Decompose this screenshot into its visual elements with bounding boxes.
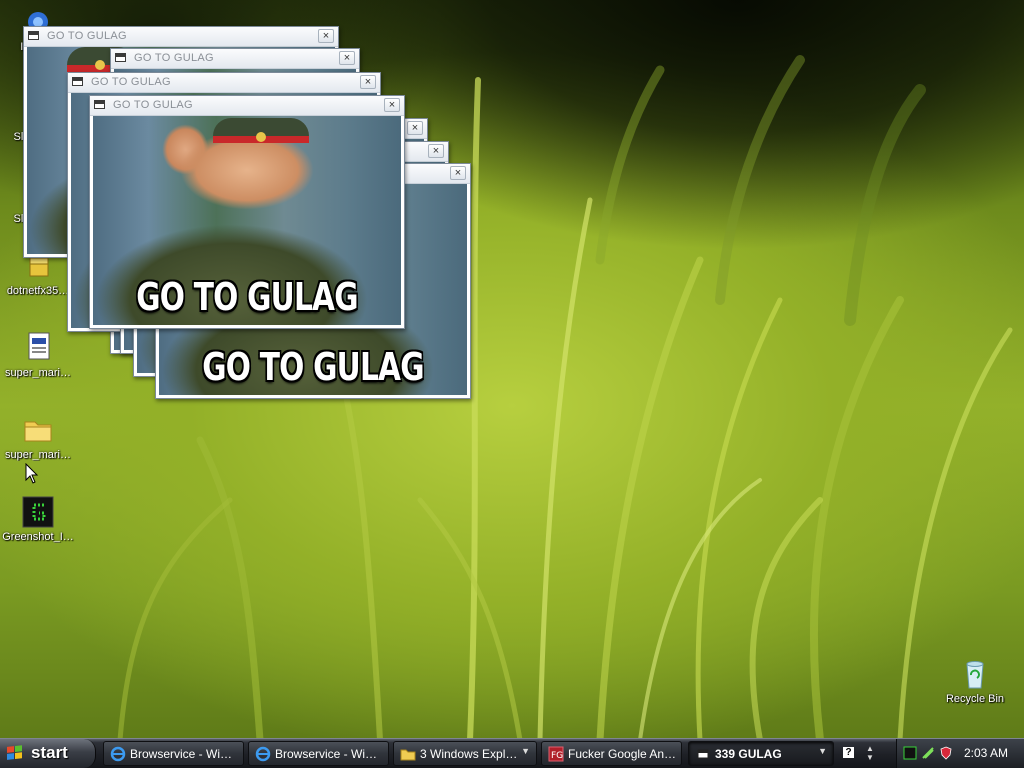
taskbar-button-label: 339 GULAG	[715, 747, 782, 761]
window-title: GO TO GULAG	[47, 30, 127, 42]
scroll-arrows-icon[interactable]: ▲ ▼	[866, 744, 874, 762]
ie-icon	[110, 746, 126, 762]
close-button[interactable]: ×	[360, 75, 376, 89]
desktop[interactable]: I… E… Sl… Co… Sl… Co… dotnetfx35… super_…	[0, 0, 1024, 738]
cap-star-icon	[256, 132, 266, 142]
window-icon	[72, 77, 83, 86]
window-titlebar[interactable]: GO TO GULAG ×	[111, 49, 359, 69]
folder-icon	[22, 414, 54, 446]
system-clock[interactable]: 2:03 AM	[964, 746, 1008, 760]
taskbar-button-label: 3 Windows Expl…	[420, 747, 518, 761]
desktop-icon-super-mario-folder[interactable]: super_mari…	[0, 414, 76, 461]
meme-image: GO TO GULAG	[93, 116, 401, 325]
window-title: GO TO GULAG	[134, 52, 214, 64]
gulag-popup-window[interactable]: GO TO GULAG × GO TO GULAG	[89, 95, 405, 329]
window-titlebar[interactable]: GO TO GULAG ×	[68, 73, 380, 93]
close-button[interactable]: ×	[339, 51, 355, 65]
taskbar-button-fucker-google[interactable]: FG Fucker Google An…	[541, 741, 682, 766]
taskbar-button-label: Browservice - Wi…	[130, 747, 233, 761]
recycle-bin-icon	[959, 658, 991, 690]
security-shield-icon[interactable]	[939, 746, 953, 760]
network-icon[interactable]	[921, 746, 935, 760]
start-label: start	[31, 743, 68, 762]
taskbar-button-browservice-1[interactable]: Browservice - Wi…	[103, 741, 244, 766]
taskbar: start Browservice - Wi… Browservice - Wi…	[0, 738, 1024, 768]
taskbar-group-windows-explorer[interactable]: 3 Windows Expl… ▼	[393, 741, 537, 766]
close-button[interactable]: ×	[407, 121, 423, 135]
taskbar-button-browservice-2[interactable]: Browservice - Wi…	[248, 741, 389, 766]
window-title: GO TO GULAG	[113, 99, 193, 111]
desktop-icon-label: super_mari…	[4, 449, 72, 461]
taskbar-button-label: Fucker Google An…	[568, 747, 677, 761]
start-button[interactable]: start	[0, 739, 96, 768]
desktop-icon-label: dotnetfx35…	[6, 285, 70, 297]
window-icon	[697, 749, 709, 759]
close-button[interactable]: ×	[384, 98, 400, 112]
window-icon	[28, 31, 39, 40]
chevron-down-icon: ▼	[818, 746, 827, 756]
window-title: GO TO GULAG	[91, 76, 171, 88]
folder-icon	[400, 749, 416, 761]
taskbar-button-label: Browservice - Wi…	[275, 747, 378, 761]
desktop-icon-recycle-bin[interactable]: Recycle Bin	[937, 658, 1013, 705]
text-document-icon	[22, 332, 54, 364]
close-button[interactable]: ×	[318, 29, 334, 43]
meme-caption: GO TO GULAG	[136, 275, 358, 319]
chevron-down-icon: ▼	[521, 746, 530, 756]
fg-app-icon: FG	[548, 746, 564, 762]
desktop-icon-greenshot[interactable]: Greenshot_I…	[0, 496, 76, 543]
windows-flag-icon	[7, 745, 23, 761]
meme-caption: GO TO GULAG	[202, 345, 424, 389]
greenshot-tray-icon[interactable]	[903, 746, 917, 760]
desktop-icon-label: Recycle Bin	[945, 693, 1005, 705]
close-button[interactable]: ×	[450, 166, 466, 180]
taskbar-group-gulag[interactable]: 339 GULAG ▼	[688, 741, 834, 766]
window-icon	[94, 100, 105, 109]
window-titlebar[interactable]: GO TO GULAG ×	[90, 96, 404, 116]
ie-icon	[255, 746, 271, 762]
svg-text:FG: FG	[551, 751, 563, 761]
mouse-cursor-icon	[25, 463, 39, 484]
desktop-icon-label: Greenshot_I…	[2, 531, 74, 543]
help-icon[interactable]: ?	[843, 747, 854, 758]
desktop-icon-label: super_mari…	[4, 367, 72, 379]
desktop-icon-super-mario-file[interactable]: super_mari…	[0, 332, 76, 379]
close-button[interactable]: ×	[428, 144, 444, 158]
window-icon	[115, 53, 126, 62]
system-tray: 2:03 AM	[896, 739, 1024, 768]
greenshot-icon	[22, 496, 54, 528]
window-titlebar[interactable]: GO TO GULAG ×	[24, 27, 338, 47]
